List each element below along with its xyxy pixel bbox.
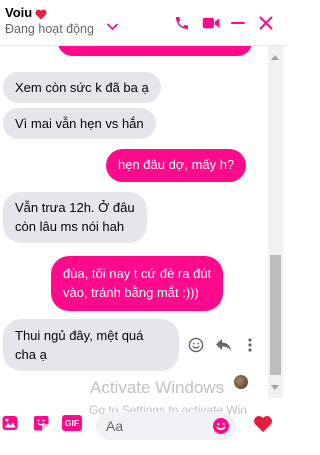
contact-info[interactable]: Voiu Đang hoạt động: [5, 5, 94, 36]
minimize-icon[interactable]: [229, 14, 247, 32]
message-text-line: đùa, tối nay t cứ đè ra đút: [63, 266, 212, 281]
more-icon[interactable]: [241, 336, 259, 354]
active-status: Đang hoạt động: [5, 22, 94, 36]
message-text: Vì mai vẫn hẹn vs hắn: [15, 116, 144, 131]
message-bubble[interactable]: hẹn đâu dợ, mấy h?: [106, 149, 247, 182]
video-icon[interactable]: [202, 14, 220, 32]
message-bubble[interactable]: đùa, tối nay t cứ đè ra đút vào, tránh b…: [51, 256, 224, 311]
heart-icon[interactable]: [252, 414, 274, 434]
message-text: hẹn đâu dợ, mấy h?: [118, 157, 235, 172]
message-bubble[interactable]: Vẫn trưa 12h. Ở đâu còn lâu ms nói hah: [3, 192, 147, 243]
activation-watermark-title: Activate Windows: [90, 378, 225, 397]
message-text-line: Thui ngủ đây, mệt quá: [15, 328, 144, 343]
message-bubble[interactable]: Thui ngủ đây, mệt quá cha ạ: [3, 319, 179, 371]
gif-icon[interactable]: GIF: [62, 414, 82, 432]
react-icon[interactable]: [187, 336, 205, 354]
heart-icon: [35, 7, 47, 20]
scroll-thumb[interactable]: [270, 255, 281, 375]
image-icon[interactable]: [2, 414, 18, 432]
chat-header: Voiu Đang hoạt động: [0, 0, 286, 46]
message-bubble[interactable]: Vì mai vẫn hẹn vs hắn: [3, 108, 156, 139]
close-icon[interactable]: [257, 14, 275, 32]
seen-avatar: [234, 375, 248, 389]
scroll-down-arrow[interactable]: [271, 385, 279, 390]
message-text-line: còn lâu ms nói hah: [15, 219, 125, 234]
message-bubble[interactable]: Xem còn sức k đã ba ạ: [3, 72, 161, 103]
emoji-icon[interactable]: [212, 417, 230, 435]
message-text-line: vào, tránh bằng mắt :))): [63, 285, 199, 300]
reply-icon[interactable]: [214, 336, 232, 354]
message-list[interactable]: Xem còn sức k đã ba ạ Vì mai vẫn hẹn vs …: [0, 46, 268, 386]
message-text-line: Vẫn trưa 12h. Ở đâu: [15, 200, 135, 215]
message-text: Xem còn sức k đã ba ạ: [15, 80, 149, 95]
message-input[interactable]: [106, 417, 206, 435]
phone-icon[interactable]: [173, 14, 191, 32]
sticker-icon[interactable]: [33, 414, 49, 432]
message-text-line: cha ạ: [15, 347, 47, 362]
message-bubble-partial: [58, 46, 252, 56]
contact-name[interactable]: Voiu: [5, 5, 32, 20]
chevron-down-icon[interactable]: [107, 18, 118, 31]
message-input-box[interactable]: [96, 412, 236, 440]
scroll-up-arrow[interactable]: [271, 55, 279, 60]
gif-label: GIF: [62, 415, 82, 431]
